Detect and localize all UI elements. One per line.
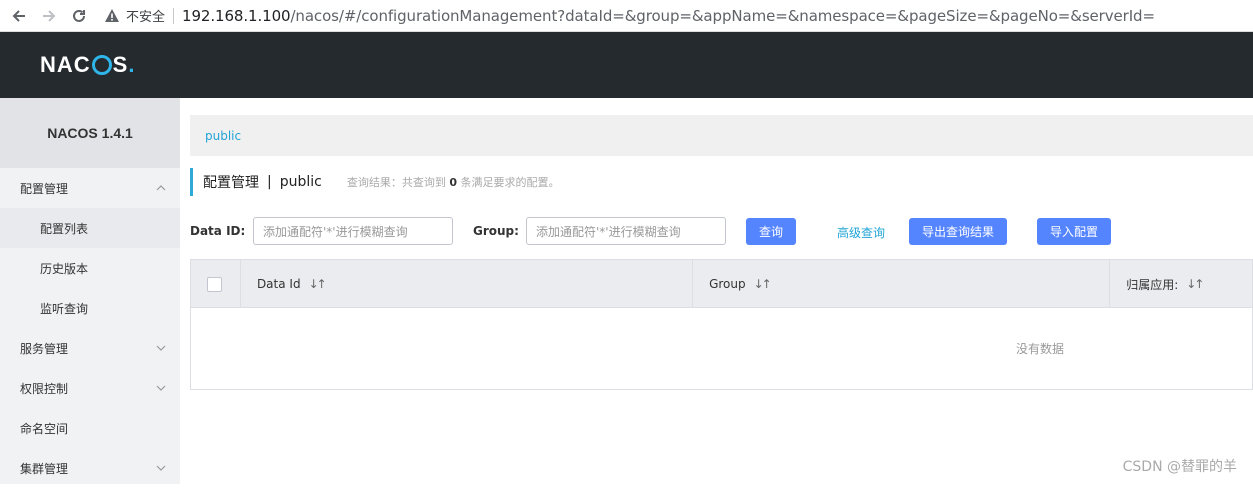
- column-header-group[interactable]: Group ↓↑: [693, 260, 1110, 308]
- version-label: NACOS 1.4.1: [0, 98, 180, 168]
- column-label: Group: [709, 277, 746, 291]
- menu-config-management[interactable]: 配置管理: [0, 168, 180, 208]
- menu-label: 集群管理: [20, 460, 68, 477]
- forward-icon[interactable]: [38, 5, 60, 27]
- chevron-down-icon: [156, 463, 166, 473]
- logo-text-a: NA: [40, 52, 74, 78]
- back-icon[interactable]: [8, 5, 30, 27]
- menu-history[interactable]: 历史版本: [0, 248, 180, 288]
- namespace-public-link[interactable]: public: [205, 129, 241, 143]
- main-content: public 配置管理 | public 查询结果：共查询到 0 条满足要求的配…: [180, 98, 1253, 484]
- menu-namespace[interactable]: 命名空间: [0, 408, 180, 448]
- menu-label: 监听查询: [40, 300, 88, 317]
- warning-icon: [104, 8, 120, 24]
- query-result-text: 查询结果：共查询到 0 条满足要求的配置。: [347, 174, 560, 190]
- menu-label: 命名空间: [20, 420, 68, 437]
- select-all-checkbox[interactable]: [207, 277, 222, 292]
- empty-state: 没有数据: [191, 308, 1252, 389]
- sort-icon[interactable]: ↓↑: [309, 277, 325, 291]
- browser-bar: 不安全 192.168.1.100/nacos/#/configurationM…: [0, 0, 1253, 32]
- reload-icon[interactable]: [68, 5, 90, 27]
- address-divider: [173, 8, 174, 24]
- sidebar: NACOS 1.4.1 配置管理 配置列表 历史版本 监听查询 服务管理 权限控…: [0, 98, 180, 484]
- chevron-down-icon: [156, 343, 166, 353]
- sort-icon[interactable]: ↓↑: [1186, 277, 1202, 291]
- url-path: /nacos/#/configurationManagement?dataId=…: [290, 7, 1154, 25]
- result-count: 0: [449, 176, 457, 189]
- dataid-label: Data ID:: [190, 224, 245, 238]
- watermark: CSDN @替罪的羊: [1123, 456, 1237, 476]
- result-suffix: 条满足要求的配置。: [461, 176, 560, 189]
- app-header: NACS.: [0, 32, 1253, 98]
- menu-label: 历史版本: [40, 260, 88, 277]
- menu-cluster-management[interactable]: 集群管理: [0, 448, 180, 488]
- group-label: Group:: [473, 224, 519, 238]
- title-separator: |: [267, 174, 272, 190]
- page-title: 配置管理: [203, 172, 259, 192]
- logo-dot: .: [128, 52, 135, 78]
- menu-label: 服务管理: [20, 340, 68, 357]
- result-prefix: 查询结果：共查询到: [347, 176, 446, 189]
- page-header: 配置管理 | public 查询结果：共查询到 0 条满足要求的配置。: [190, 168, 560, 196]
- query-button[interactable]: 查询: [746, 218, 796, 245]
- menu-label: 配置管理: [20, 180, 68, 197]
- column-header-dataid[interactable]: Data Id ↓↑: [241, 260, 693, 308]
- dataid-input[interactable]: 添加通配符'*'进行模糊查询: [253, 217, 453, 245]
- import-config-button[interactable]: 导入配置: [1037, 218, 1111, 245]
- column-label: 归属应用:: [1126, 276, 1178, 293]
- sort-icon[interactable]: ↓↑: [754, 277, 770, 291]
- menu-label: 权限控制: [20, 380, 68, 397]
- menu-listener-query[interactable]: 监听查询: [0, 288, 180, 328]
- logo-text-s: S: [113, 52, 129, 78]
- address-bar[interactable]: 不安全 192.168.1.100/nacos/#/configurationM…: [104, 4, 1155, 28]
- insecure-label: 不安全: [126, 6, 165, 25]
- menu-service-management[interactable]: 服务管理: [0, 328, 180, 368]
- config-table: Data Id ↓↑ Group ↓↑ 归属应用: ↓↑ 没有数据: [190, 259, 1253, 390]
- chevron-down-icon: [156, 383, 166, 393]
- advanced-query-link[interactable]: 高级查询: [837, 224, 885, 241]
- page-namespace: public: [280, 174, 322, 190]
- menu-access-control[interactable]: 权限控制: [0, 368, 180, 408]
- table-header: Data Id ↓↑ Group ↓↑ 归属应用: ↓↑: [191, 260, 1252, 308]
- group-input[interactable]: 添加通配符'*'进行模糊查询: [526, 217, 726, 245]
- menu-label: 配置列表: [40, 220, 88, 237]
- search-form: Data ID: 添加通配符'*'进行模糊查询 Group: 添加通配符'*'进…: [190, 217, 1253, 247]
- nacos-logo[interactable]: NACS.: [40, 52, 135, 78]
- select-all-cell: [191, 260, 241, 308]
- namespace-bar: public: [190, 115, 1253, 156]
- logo-text-c: C: [74, 52, 91, 78]
- export-results-button[interactable]: 导出查询结果: [909, 218, 1007, 245]
- url-text: 192.168.1.100/nacos/#/configurationManag…: [182, 7, 1155, 25]
- logo-ring-icon: [92, 55, 112, 75]
- column-header-app[interactable]: 归属应用: ↓↑: [1110, 260, 1252, 308]
- url-host: 192.168.1.100: [182, 7, 290, 25]
- column-label: Data Id: [257, 277, 301, 291]
- menu-config-list[interactable]: 配置列表: [0, 208, 180, 248]
- chevron-up-icon: [156, 183, 166, 193]
